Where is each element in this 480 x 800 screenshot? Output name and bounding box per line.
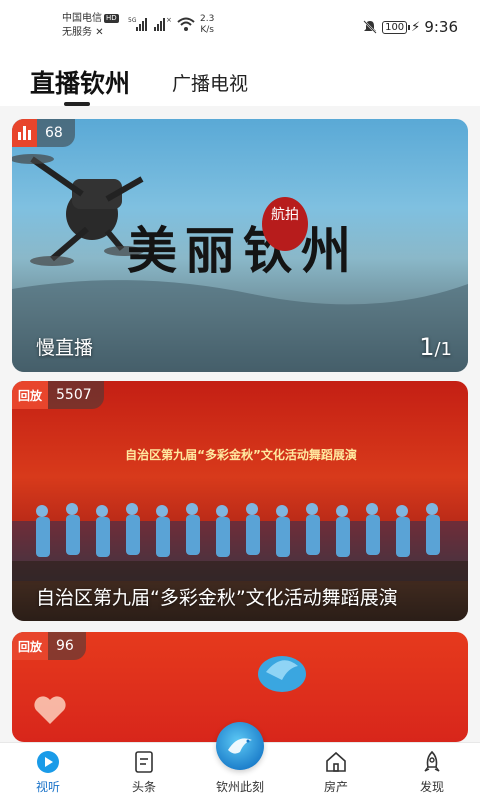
nav-toutiao[interactable]: 头条	[96, 743, 192, 800]
net-speed-unit: K/s	[200, 25, 214, 35]
bird-logo-icon	[258, 656, 306, 692]
nav-discover[interactable]: 发现	[384, 743, 480, 800]
page-indicator: 1/1	[419, 333, 452, 361]
live-bars-badge	[12, 119, 37, 147]
heart-icon	[34, 696, 66, 724]
replay-tag: 回放	[12, 632, 49, 660]
seal-stamp: 航拍	[262, 197, 308, 251]
replay-badge: 回放 5507	[12, 381, 104, 409]
live-card-slow-live[interactable]: 美丽钦州 航拍 68 慢直播 1/1	[12, 119, 468, 372]
clock: 9:36	[424, 18, 458, 36]
live-bars-icon	[18, 126, 31, 140]
nav-label: 头条	[131, 780, 156, 794]
viewer-count: 68	[45, 125, 63, 141]
signal-icon: 5G	[128, 17, 147, 31]
page-total: /1	[434, 339, 452, 360]
document-icon	[135, 751, 153, 773]
nav-label: 钦州此刻	[215, 780, 264, 794]
viewer-badge: 68	[12, 119, 75, 147]
nav-label: 发现	[419, 780, 444, 794]
page-current: 1	[419, 333, 435, 361]
status-right: 100 ⚡ 9:36	[362, 18, 458, 36]
rocket-icon	[424, 750, 440, 772]
battery-indicator: 100	[382, 20, 411, 34]
replay-card-dance-show[interactable]: 自治区第九届“多彩金秋”文化活动舞蹈展演 回放 5507 自治区第九届“多彩金秋…	[12, 381, 468, 621]
svg-text:×: ×	[166, 16, 171, 24]
globe-bird-icon	[228, 738, 252, 754]
card-title: 慢直播	[36, 337, 94, 359]
card-title: 自治区第九届“多彩金秋”文化活动舞蹈展演	[36, 587, 398, 609]
nav-property[interactable]: 房产	[288, 743, 384, 800]
replay-badge: 回放 96	[12, 632, 86, 660]
signal-icon-2: ×	[154, 16, 171, 31]
tab-live-qinzhou[interactable]: 直播钦州	[30, 64, 130, 100]
hd-badge: HD	[104, 14, 119, 23]
wifi-icon	[177, 17, 195, 31]
carrier-info: 中国电信 HD 无服务 ✕	[62, 12, 119, 40]
nav-shiting[interactable]: 视听	[0, 743, 96, 800]
view-count: 96	[56, 638, 74, 654]
card-art-title: 美丽钦州	[127, 221, 359, 280]
center-globe-button[interactable]	[216, 722, 264, 770]
stage-banner: 自治区第九届“多彩金秋”文化活动舞蹈展演	[125, 447, 357, 462]
nav-label: 房产	[323, 780, 348, 794]
active-tab-indicator	[64, 102, 90, 106]
top-tab-bar: 直播钦州 广播电视	[0, 52, 480, 106]
nav-label: 视听	[35, 780, 60, 794]
view-count: 5507	[56, 387, 92, 403]
net-speed: 2.3 K/s	[200, 14, 214, 36]
tab-broadcast-tv[interactable]: 广播电视	[172, 69, 248, 96]
no-signal-icon: ✕	[95, 27, 104, 38]
net-speed-value: 2.3	[200, 14, 215, 24]
charging-icon: ⚡	[411, 19, 421, 35]
house-icon	[326, 751, 346, 772]
play-circle-icon	[37, 751, 59, 773]
mute-bell-icon	[363, 20, 377, 34]
replay-tag: 回放	[12, 381, 49, 409]
signal-label: 5G	[128, 17, 137, 24]
carrier-service: 无服务	[62, 27, 92, 38]
carrier-name: 中国电信	[62, 13, 102, 24]
status-bar: 中国电信 HD 无服务 ✕ 5G × 2.3 K/s 100 ⚡ 9:36	[0, 0, 480, 52]
